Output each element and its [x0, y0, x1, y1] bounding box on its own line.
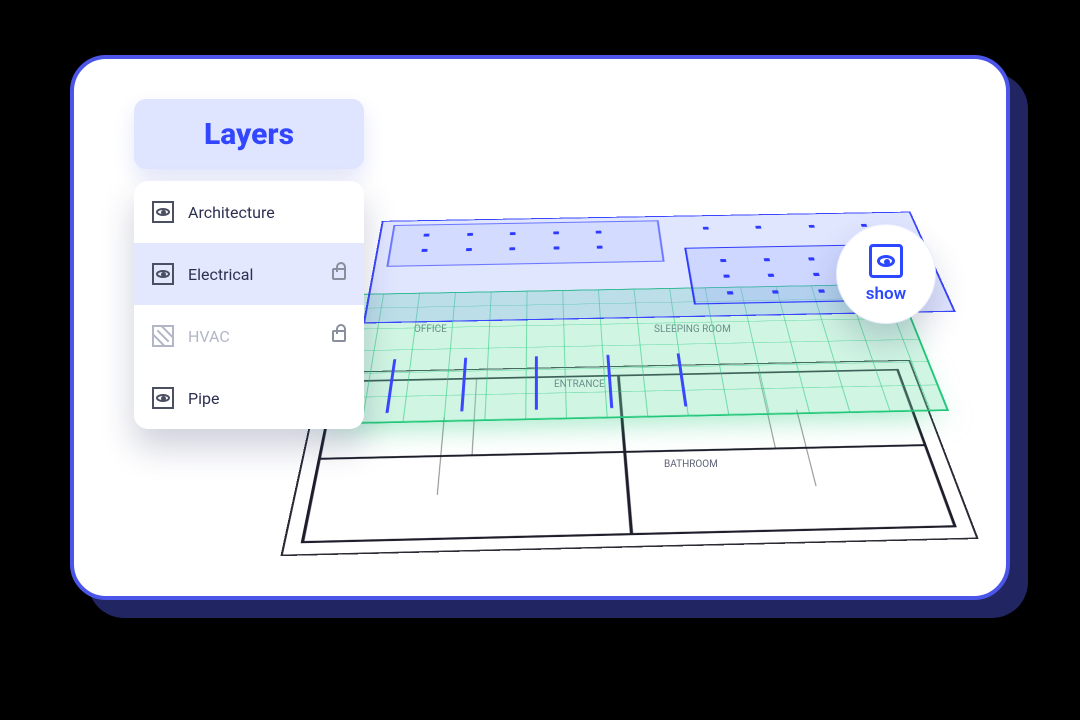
feature-card: OFFICE SLEEPING ROOM ENTRANCE BATHROOM L… — [70, 55, 1010, 600]
eye-icon — [869, 244, 903, 278]
layer-row-pipe[interactable]: Pipe — [134, 367, 364, 429]
layer-label: Pipe — [188, 389, 219, 408]
layer-row-hvac[interactable]: HVAC — [134, 305, 364, 367]
lock-icon[interactable] — [332, 268, 346, 280]
layers-panel-title: Layers — [204, 117, 294, 152]
layer-label: Electrical — [188, 265, 253, 284]
eye-icon[interactable] — [152, 263, 174, 285]
layer-row-electrical[interactable]: Electrical — [134, 243, 364, 305]
eye-icon[interactable] — [152, 201, 174, 223]
eye-off-icon[interactable] — [152, 325, 174, 347]
layer-row-architecture[interactable]: Architecture — [134, 181, 364, 243]
layers-panel-header: Layers — [134, 99, 364, 169]
lock-icon[interactable] — [332, 330, 346, 342]
layers-panel-list: Architecture Electrical HVAC Pipe — [134, 181, 364, 429]
layer-label: HVAC — [188, 327, 230, 346]
show-toggle-badge[interactable]: show — [836, 224, 936, 324]
layer-label: Architecture — [188, 203, 275, 222]
eye-icon[interactable] — [152, 387, 174, 409]
show-label: show — [866, 284, 906, 304]
room-label-bathroom: BATHROOM — [664, 459, 718, 470]
